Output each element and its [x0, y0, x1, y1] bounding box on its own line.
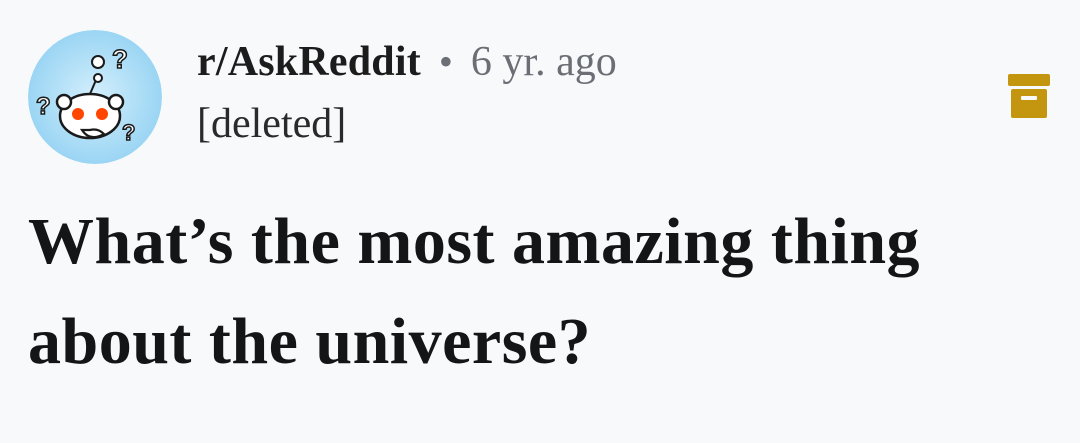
svg-text:?: ? — [112, 44, 128, 74]
post-timestamp: 6 yr. ago — [470, 39, 617, 85]
svg-text:?: ? — [36, 93, 51, 120]
post-header: ? ? ? r/AskReddit • 6 yr. ago [deleted] — [28, 30, 1058, 165]
post-meta-line: r/AskReddit • 6 yr. ago — [197, 38, 957, 90]
post-author: [deleted] — [197, 101, 347, 147]
post-title[interactable]: What’s the most amazing thing about the … — [28, 192, 1048, 392]
archive-box-icon — [1008, 74, 1050, 118]
svg-text:?: ? — [122, 120, 135, 145]
post-meta: r/AskReddit • 6 yr. ago [deleted] — [197, 38, 957, 146]
subreddit-avatar-icon[interactable]: ? ? ? — [28, 30, 162, 164]
meta-separator: • — [438, 39, 453, 84]
subreddit-link[interactable]: r/AskReddit — [197, 38, 421, 86]
